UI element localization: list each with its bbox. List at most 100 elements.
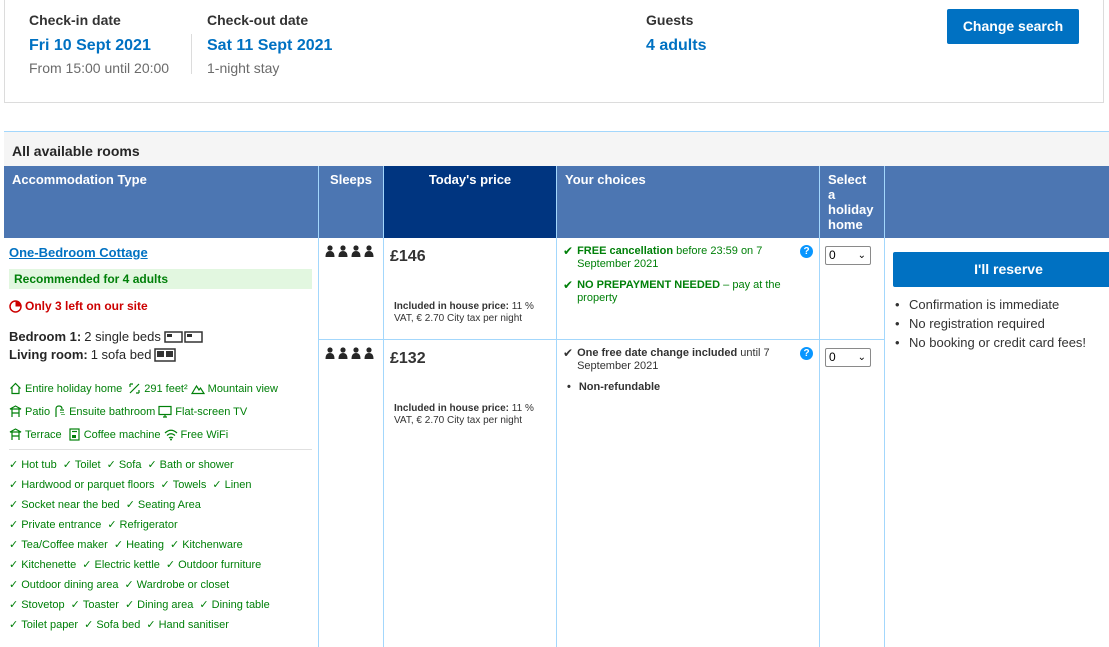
- rooms-table: All available rooms Accommodation Type S…: [4, 131, 1109, 647]
- amenity-row-9: ✓ Toilet paper ✓ Sofa bed ✓ Hand sanitiser: [9, 618, 229, 632]
- facility-item: Free WiFi: [180, 428, 229, 441]
- reserve-cell: I'll reserve Confirmation is immediate N…: [885, 238, 1109, 647]
- terrace-icon: [9, 428, 22, 440]
- choice-bold: One free date change included: [577, 347, 738, 359]
- amenity-label: Heating: [126, 538, 164, 551]
- amenity-label: Hand sanitiser: [158, 618, 229, 631]
- amenity-item: ✓ Hardwood or parquet floors: [9, 478, 155, 492]
- living-room-value: 1 sofa bed: [90, 347, 152, 362]
- reserve-button[interactable]: I'll reserve: [893, 252, 1109, 287]
- amenity-item: ✓ Electric kettle: [82, 558, 160, 572]
- benefit-item: No registration required: [895, 316, 1109, 331]
- wifi-icon: [164, 429, 177, 441]
- single-beds-icon: [164, 330, 203, 343]
- price-cell: £146 Included in house price: 11 % VAT, …: [384, 238, 557, 647]
- no-prepayment-choice: ✔ NO PREPAYMENT NEEDED – pay at the prop…: [563, 279, 803, 305]
- check-icon: ✓: [9, 459, 19, 471]
- row-separator: [319, 339, 885, 340]
- amenity-label: Kitchenette: [21, 558, 77, 571]
- amenity-item: ✓ Sofa bed: [84, 618, 140, 632]
- check-icon: ✓: [146, 619, 156, 631]
- change-search-button[interactable]: Change search: [947, 9, 1079, 44]
- amenity-row-2: ✓ Hardwood or parquet floors ✓ Towels ✓ Lin…: [9, 478, 252, 492]
- amenity-label: Socket near the bed: [21, 498, 120, 511]
- guests-value[interactable]: 4 adults: [646, 37, 706, 55]
- amenity-row-6: ✓ Kitchenette ✓ Electric kettle ✓ Outdoor f…: [9, 558, 261, 572]
- help-icon[interactable]: ?: [800, 347, 813, 360]
- patio-icon: [9, 405, 22, 417]
- checkin-hours: From 15:00 until 20:00: [29, 60, 170, 76]
- amenity-label: Toilet: [74, 458, 101, 471]
- sofa-bed-icon: [154, 347, 177, 362]
- quantity-select-option-1[interactable]: 0 ⌄: [825, 246, 871, 265]
- recommended-badge: Recommended for 4 adults: [9, 269, 312, 289]
- amenity-label: Dining area: [137, 598, 194, 611]
- select-value: 0: [829, 350, 836, 364]
- benefit-item: Confirmation is immediate: [895, 297, 1109, 312]
- bedroom-info: Bedroom 1: 2 single beds: [9, 329, 204, 344]
- amenity-row-3: ✓ Socket near the bed ✓ Seating Area: [9, 498, 201, 512]
- help-icon[interactable]: ?: [800, 245, 813, 258]
- amenity-item: ✓ Socket near the bed: [9, 498, 120, 512]
- sleeps-4-icon: [325, 245, 377, 257]
- check-icon: ✓: [124, 579, 134, 591]
- select-cell: 0 ⌄ 0 ⌄: [820, 238, 885, 647]
- amenity-item: ✓ Stovetop: [9, 598, 65, 612]
- amenity-row-8: ✓ Stovetop ✓ Toaster ✓ Dining area ✓ Dining …: [9, 598, 270, 612]
- amenity-item: ✓ Refrigerator: [107, 518, 177, 532]
- amenity-label: Kitchenware: [182, 538, 243, 551]
- scarcity-text: Only 3 left on our site: [25, 299, 148, 313]
- check-icon: ✓: [84, 619, 94, 631]
- check-icon: ✔: [563, 278, 574, 292]
- amenity-item: ✓ Heating: [114, 538, 164, 552]
- amenity-item: ✓ Dining table: [199, 598, 270, 612]
- guests-section: Guests 4 adults: [646, 12, 706, 55]
- facility-item: Entire holiday home: [25, 382, 123, 395]
- tax-label: Included in house price:: [394, 403, 510, 414]
- checkout-date[interactable]: Sat 11 Sept 2021: [207, 37, 332, 55]
- room-name-link[interactable]: One-Bedroom Cottage: [9, 245, 148, 260]
- checkout-label: Check-out date: [207, 12, 309, 28]
- quantity-select-option-2[interactable]: 0 ⌄: [825, 348, 871, 367]
- choice-bold: NO PREPAYMENT NEEDED: [577, 279, 721, 291]
- facility-item: Ensuite bathroom: [69, 405, 156, 418]
- benefit-item: No booking or credit card fees!: [895, 335, 1109, 350]
- amenity-item: ✓ Tea/Coffee maker: [9, 538, 108, 552]
- non-refundable-note: • Non-refundable: [567, 381, 660, 393]
- amenity-row-4: ✓ Private entrance ✓ Refrigerator: [9, 518, 178, 532]
- check-icon: ✓: [147, 459, 157, 471]
- check-icon: ✔: [563, 346, 574, 360]
- checkin-date[interactable]: Fri 10 Sept 2021: [29, 37, 169, 55]
- search-summary: Check-in date Fri 10 Sept 2021 From 15:0…: [4, 0, 1104, 103]
- amenity-item: ✓ Toilet: [62, 458, 101, 472]
- stay-length: 1-night stay: [207, 60, 280, 76]
- checkin-section: Check-in date Fri 10 Sept 2021 From 15:0…: [29, 12, 169, 76]
- facility-row-2: Patio Ensuite bathroom Flat-screen TV: [9, 405, 247, 418]
- reserve-benefits: Confirmation is immediate No registratio…: [895, 297, 1109, 354]
- living-room-label: Living room:: [9, 347, 88, 362]
- check-icon: ✓: [62, 459, 72, 471]
- amenity-item: ✓ Outdoor furniture: [166, 558, 261, 572]
- facility-item: Patio: [25, 405, 51, 418]
- header-accommodation-type: Accommodation Type: [4, 166, 319, 238]
- tax-label: Included in house price:: [394, 301, 510, 312]
- tax-info-option-2: Included in house price: 11 % VAT, € 2.7…: [394, 403, 544, 427]
- amenity-label: Dining table: [211, 598, 270, 611]
- amenity-label: Bath or shower: [159, 458, 234, 471]
- facility-item: Mountain view: [207, 382, 278, 395]
- guests-label: Guests: [646, 12, 694, 28]
- amenity-label: Tea/Coffee maker: [21, 538, 108, 551]
- check-icon: ✓: [9, 599, 19, 611]
- check-icon: ✓: [9, 619, 19, 631]
- amenity-item: ✓ Toilet paper: [9, 618, 78, 632]
- scarcity-clock-icon: [9, 299, 22, 313]
- check-icon: ✓: [70, 599, 80, 611]
- amenity-item: ✓ Hand sanitiser: [146, 618, 229, 632]
- check-icon: ✓: [124, 599, 135, 611]
- check-icon: ✓: [107, 519, 117, 531]
- amenity-label: Electric kettle: [94, 558, 160, 571]
- amenity-row-7: ✓ Outdoor dining area ✓ Wardrobe or closet: [9, 578, 229, 592]
- bullet-icon: •: [567, 381, 571, 393]
- checkout-section: Check-out date Sat 11 Sept 2021 1-night …: [207, 12, 332, 76]
- price-option-2: £132: [390, 350, 426, 367]
